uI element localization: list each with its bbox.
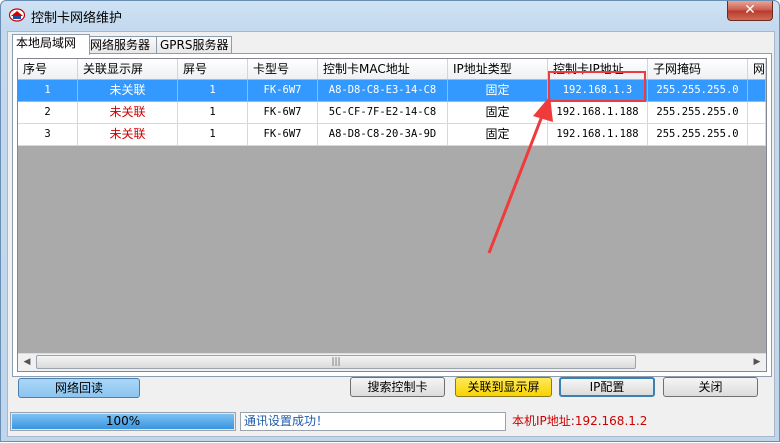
close-button[interactable]: 关闭: [663, 377, 758, 397]
row-mac: A8-D8-C8-E3-14-C8: [318, 80, 448, 102]
status-message: 通讯设置成功！: [240, 412, 506, 431]
table-row[interactable]: 1 未关联 1 FK-6W7 A8-D8-C8-E3-14-C8 固定 192.…: [18, 80, 766, 102]
network-maintenance-window: 控制卡网络维护 ✕ 本地局域网 网络服务器 GPRS服务器 序号 关联显示屏 屏…: [0, 0, 780, 442]
tab-network-server[interactable]: 网络服务器: [86, 36, 160, 54]
row-link-status: 未关联: [78, 80, 178, 102]
row-index: 3: [18, 124, 78, 146]
tab-panel-local-lan: 序号 关联显示屏 屏号 卡型号 控制卡MAC地址 IP地址类型 控制卡IP地址 …: [12, 53, 772, 377]
client-area: 本地局域网 网络服务器 GPRS服务器 序号 关联显示屏 屏号 卡型号 控制卡M…: [7, 31, 775, 437]
row-screen-no: 1: [178, 80, 248, 102]
row-ip-type: 固定: [448, 124, 548, 146]
row-screen-no: 1: [178, 102, 248, 124]
title-bar[interactable]: 控制卡网络维护 ✕: [1, 1, 779, 29]
row-mac: A8-D8-C8-20-3A-9D: [318, 124, 448, 146]
row-card-model: FK-6W7: [248, 80, 318, 102]
card-list-grid[interactable]: 序号 关联显示屏 屏号 卡型号 控制卡MAC地址 IP地址类型 控制卡IP地址 …: [17, 58, 767, 372]
table-row[interactable]: 2 未关联 1 FK-6W7 5C-CF-7F-E2-14-C8 固定 192.…: [18, 102, 766, 124]
ip-config-button[interactable]: IP配置: [559, 377, 655, 397]
col-header-gateway[interactable]: 网: [748, 59, 766, 79]
search-card-button[interactable]: 搜索控制卡: [350, 377, 445, 397]
network-read-button[interactable]: 网络回读: [18, 378, 140, 398]
col-header-index[interactable]: 序号: [18, 59, 78, 79]
row-card-model: FK-6W7: [248, 124, 318, 146]
scroll-right-icon[interactable]: ▶: [749, 355, 765, 370]
row-card-model: FK-6W7: [248, 102, 318, 124]
grid-header: 序号 关联显示屏 屏号 卡型号 控制卡MAC地址 IP地址类型 控制卡IP地址 …: [18, 59, 766, 80]
row-screen-no: 1: [178, 124, 248, 146]
col-header-card-model[interactable]: 卡型号: [248, 59, 318, 79]
row-subnet-mask: 255.255.255.0: [648, 80, 748, 102]
tab-gprs-server[interactable]: GPRS服务器: [156, 36, 232, 54]
row-ip-type: 固定: [448, 80, 548, 102]
horizontal-scrollbar[interactable]: ◀ ||| ▶: [18, 353, 766, 371]
row-ip-type: 固定: [448, 102, 548, 124]
row-ip: 192.168.1.188: [548, 124, 648, 146]
row-mac: 5C-CF-7F-E2-14-C8: [318, 102, 448, 124]
app-logo-icon: [9, 8, 25, 22]
annotation-highlight-box: [548, 71, 646, 102]
table-row[interactable]: 3 未关联 1 FK-6W7 A8-D8-C8-20-3A-9D 固定 192.…: [18, 124, 766, 146]
col-header-ip-type[interactable]: IP地址类型: [448, 59, 548, 79]
row-link-status: 未关联: [78, 102, 178, 124]
status-bar: 100% 通讯设置成功！ 本机IP地址:192.168.1.2: [10, 412, 772, 433]
row-subnet-mask: 255.255.255.0: [648, 124, 748, 146]
row-ip: 192.168.1.188: [548, 102, 648, 124]
row-gateway: [748, 80, 766, 102]
row-index: 2: [18, 102, 78, 124]
col-header-screen-no[interactable]: 屏号: [178, 59, 248, 79]
scroll-thumb[interactable]: |||: [36, 355, 636, 369]
row-gateway: [748, 124, 766, 146]
window-title: 控制卡网络维护: [31, 11, 123, 26]
row-link-status: 未关联: [78, 124, 178, 146]
link-to-screen-button[interactable]: 关联到显示屏: [455, 377, 552, 397]
col-header-linked-screen[interactable]: 关联显示屏: [78, 59, 178, 79]
progress-text: 100%: [105, 414, 141, 428]
window-close-button[interactable]: ✕: [727, 1, 773, 21]
col-header-mac[interactable]: 控制卡MAC地址: [318, 59, 448, 79]
tab-local-lan[interactable]: 本地局域网: [12, 34, 90, 55]
row-gateway: [748, 102, 766, 124]
scroll-left-icon[interactable]: ◀: [19, 355, 35, 370]
progress-bar: 100%: [10, 412, 236, 431]
local-ip-label: 本机IP地址:192.168.1.2: [512, 414, 648, 428]
col-header-subnet-mask[interactable]: 子网掩码: [648, 59, 748, 79]
row-index: 1: [18, 80, 78, 102]
row-subnet-mask: 255.255.255.0: [648, 102, 748, 124]
